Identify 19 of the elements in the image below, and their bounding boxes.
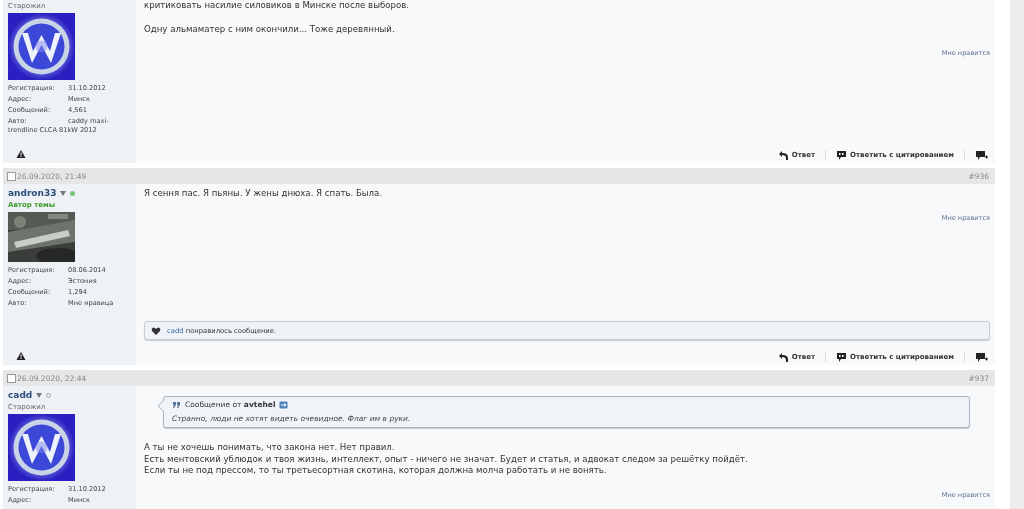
message-text: Одну альмаматер с ним окончили... Тоже деревянный. bbox=[144, 23, 396, 36]
multi-quote-icon[interactable] bbox=[975, 351, 989, 363]
warning-icon[interactable] bbox=[16, 351, 26, 361]
caret-icon[interactable] bbox=[60, 190, 67, 196]
reply-arrow-icon bbox=[777, 351, 789, 363]
heart-icon bbox=[151, 325, 161, 336]
checkbox[interactable] bbox=[7, 171, 16, 181]
warning-icon[interactable] bbox=[16, 149, 26, 159]
reply-arrow-icon bbox=[777, 149, 789, 161]
checkbox[interactable] bbox=[7, 373, 16, 383]
username[interactable]: andron33 bbox=[8, 188, 57, 198]
username[interactable]: cadd bbox=[8, 390, 33, 400]
caret-icon[interactable] bbox=[36, 392, 43, 398]
message-text: Я сення пас. Я пьяны. У жены днюха. Я спать. Была. bbox=[144, 188, 384, 200]
jump-to-post-icon[interactable] bbox=[279, 400, 289, 409]
message-text: А ты не хочешь понимать, что закона нет. Нет правил. Есть ментовский ублюдок и твоя жизнь, интеллект, опыт - ничего не значат. Будет и статья, и адвокат следом за решётку пойдёт. Если ты не под прессом, то ты третьесортная скотина, которая должна молча работать и не вонять. bbox=[144, 442, 749, 477]
message-text: критиковать насилие силовиков в Минске после выборов. bbox=[144, 0, 411, 12]
multi-quote-icon[interactable] bbox=[975, 149, 989, 161]
quote-marks-icon bbox=[172, 400, 181, 409]
